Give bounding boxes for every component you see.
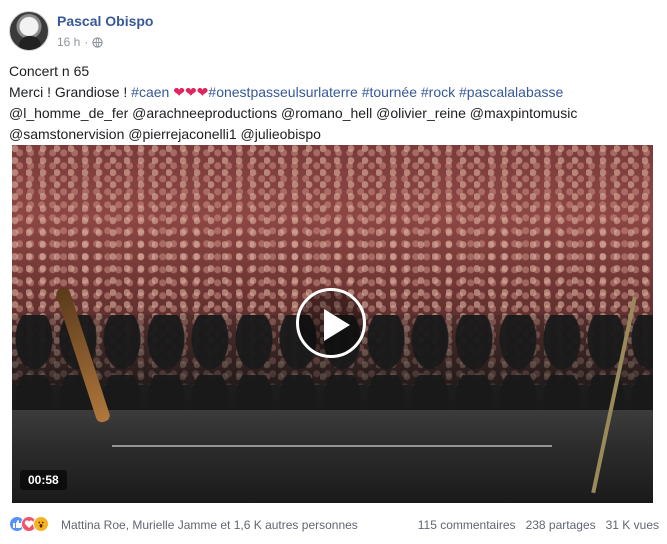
hashtag-rock[interactable]: #rock: [421, 84, 455, 100]
post-line-3-mentions[interactable]: @l_homme_de_fer @arachneeproductions @ro…: [9, 103, 649, 124]
hashtag-tournee[interactable]: #tournée: [362, 84, 417, 100]
post-meta: 16 h ·: [57, 35, 104, 49]
heart-emoji: ❤: [184, 84, 197, 100]
video-player[interactable]: 00:58: [12, 145, 653, 503]
hashtag-caen[interactable]: #caen: [131, 84, 169, 100]
meta-separator: ·: [84, 35, 89, 49]
shares-count[interactable]: 238 partages: [526, 518, 596, 532]
comments-count[interactable]: 115 commentaires: [418, 518, 516, 532]
post-footer: Mattina Roe, Murielle Jamme et 1,6 K aut…: [9, 516, 659, 536]
video-duration: 00:58: [20, 470, 67, 490]
play-button[interactable]: [296, 288, 366, 358]
post-line-2: Merci ! Grandiose ! #caen ❤❤❤#onestpasse…: [9, 82, 649, 103]
post-line-4-mentions[interactable]: @samstonervision @pierrejaconelli1 @juli…: [9, 124, 649, 145]
post-line-2-prefix: Merci ! Grandiose !: [9, 84, 132, 100]
reaction-icons[interactable]: [9, 516, 49, 532]
post-line-1: Concert n 65: [9, 63, 90, 79]
hashtag-pascalalabasse[interactable]: #pascalalabasse: [459, 84, 563, 100]
video-stage-image: [12, 410, 653, 503]
globe-icon: [92, 36, 104, 48]
post-stats: 115 commentaires 238 partages 31 K vues: [418, 518, 659, 532]
heart-emoji: ❤: [173, 84, 185, 100]
views-count: 31 K vues: [605, 518, 659, 532]
hashtag-onestpasseulsurlaterre[interactable]: #onestpasseulsurlaterre: [208, 84, 357, 100]
post-header: Pascal Obispo 16 h ·: [9, 9, 649, 53]
wow-reaction-icon: [33, 516, 49, 532]
author-name[interactable]: Pascal Obispo: [57, 13, 153, 29]
reactors-names[interactable]: Mattina Roe, Murielle Jamme et 1,6 K aut…: [61, 518, 358, 532]
post-time[interactable]: 16 h: [57, 35, 80, 49]
post-text: Concert n 65 Merci ! Grandiose ! #caen ❤…: [9, 61, 649, 145]
author-avatar[interactable]: [9, 11, 49, 51]
play-icon: [324, 309, 350, 341]
heart-emoji: ❤: [196, 84, 209, 100]
stage-edge: [112, 445, 552, 447]
